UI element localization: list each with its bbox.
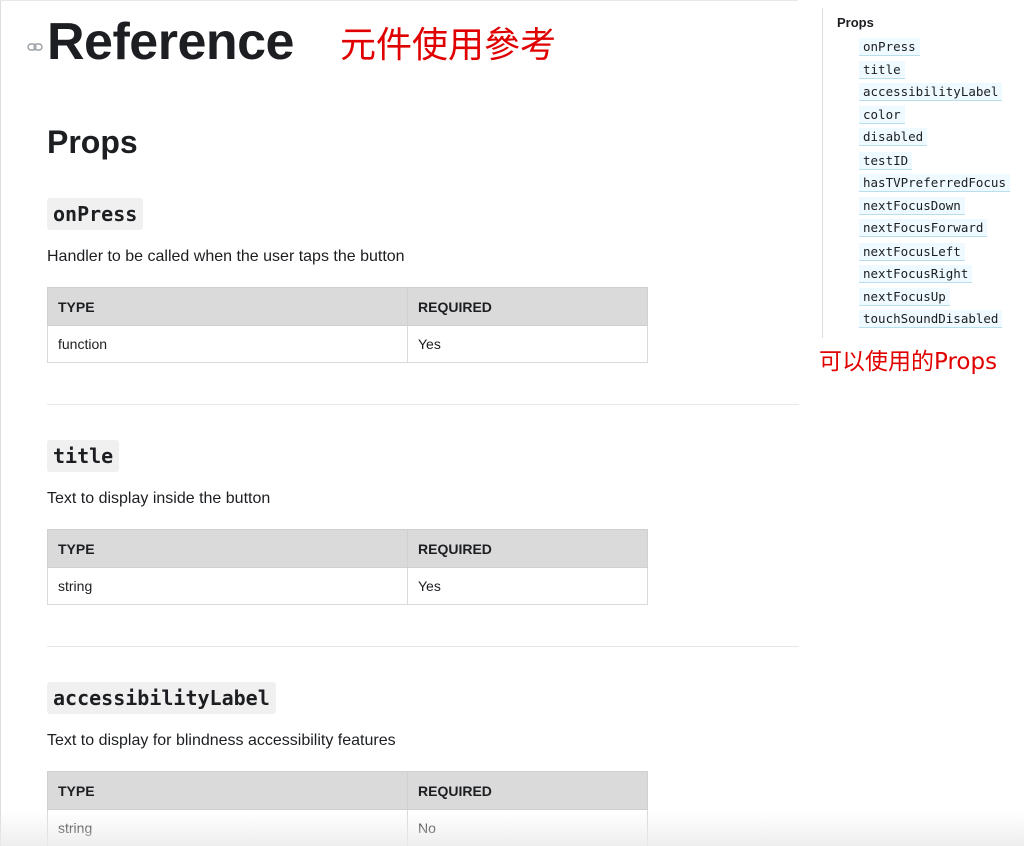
column-header-required: REQUIRED xyxy=(407,529,648,568)
toc-item-accessibilitylabel[interactable]: accessibilityLabel xyxy=(859,83,1003,101)
column-header-type: TYPE xyxy=(47,771,408,810)
column-header-type: TYPE xyxy=(47,529,408,568)
title-annotation: 元件使用參考 xyxy=(340,25,557,66)
toc-item-nextfocusleft[interactable]: nextFocusLeft xyxy=(859,243,965,261)
prop-table: TYPE REQUIRED function Yes xyxy=(47,287,648,363)
left-border xyxy=(0,0,1,846)
toc-item-nextfocusforward[interactable]: nextFocusForward xyxy=(859,219,988,237)
cell-type: function xyxy=(47,325,408,363)
table-header-row: TYPE REQUIRED xyxy=(47,287,648,326)
toc-item-color[interactable]: color xyxy=(859,106,905,124)
table-header-row: TYPE REQUIRED xyxy=(47,771,648,810)
top-border xyxy=(0,0,798,1)
props-heading: Props xyxy=(47,124,138,160)
toc-item-nextfocusright[interactable]: nextFocusRight xyxy=(859,265,973,283)
prop-table: TYPE REQUIRED string No xyxy=(47,771,648,846)
title-row: Reference xyxy=(47,12,294,72)
toc-item-hastvpreferredfocus[interactable]: hasTVPreferredFocus xyxy=(859,174,1010,192)
prop-table: TYPE REQUIRED string Yes xyxy=(47,529,648,605)
column-header-required: REQUIRED xyxy=(407,771,648,810)
page-title: Reference xyxy=(47,13,294,71)
toc-item-nextfocusup[interactable]: nextFocusUp xyxy=(859,288,950,306)
toc-item-title[interactable]: title xyxy=(859,61,905,79)
toc-item-onpress[interactable]: onPress xyxy=(859,38,920,56)
prop-description: Text to display inside the button xyxy=(47,490,271,507)
toc-annotation: 可以使用的Props xyxy=(819,349,998,375)
table-header-row: TYPE REQUIRED xyxy=(47,529,648,568)
link-icon[interactable] xyxy=(27,42,43,52)
cell-required: Yes xyxy=(407,325,648,363)
column-header-type: TYPE xyxy=(47,287,408,326)
prop-description: Text to display for blindness accessibil… xyxy=(47,732,396,749)
prop-name: title xyxy=(47,440,120,472)
cell-type: string xyxy=(47,809,408,846)
docs-page: Reference 元件使用參考 Props onPress Handler t… xyxy=(0,0,1024,846)
prop-description: Handler to be called when the user taps … xyxy=(47,248,405,265)
prop-section-onpress: onPress Handler to be called when the us… xyxy=(47,198,799,363)
section-divider xyxy=(47,646,799,647)
column-header-required: REQUIRED xyxy=(407,287,648,326)
toc-heading-props[interactable]: Props xyxy=(837,15,874,30)
table-row: function Yes xyxy=(47,325,648,363)
prop-section-title: title Text to display inside the button … xyxy=(47,440,799,605)
toc-item-disabled[interactable]: disabled xyxy=(859,128,928,146)
toc-item-nextfocusdown[interactable]: nextFocusDown xyxy=(859,197,965,215)
table-of-contents: Props onPress title accessibilityLabel c… xyxy=(822,8,1023,338)
section-divider xyxy=(47,404,799,405)
cell-required: Yes xyxy=(407,567,648,605)
cell-type: string xyxy=(47,567,408,605)
cell-required: No xyxy=(407,809,648,846)
toc-item-touchsounddisabled[interactable]: touchSoundDisabled xyxy=(859,310,1003,328)
prop-section-accessibilitylabel: accessibilityLabel Text to display for b… xyxy=(47,682,799,846)
table-row: string No xyxy=(47,809,648,846)
toc-item-testid[interactable]: testID xyxy=(859,152,913,170)
table-row: string Yes xyxy=(47,567,648,605)
prop-name: accessibilityLabel xyxy=(47,682,276,714)
prop-name: onPress xyxy=(47,198,144,230)
